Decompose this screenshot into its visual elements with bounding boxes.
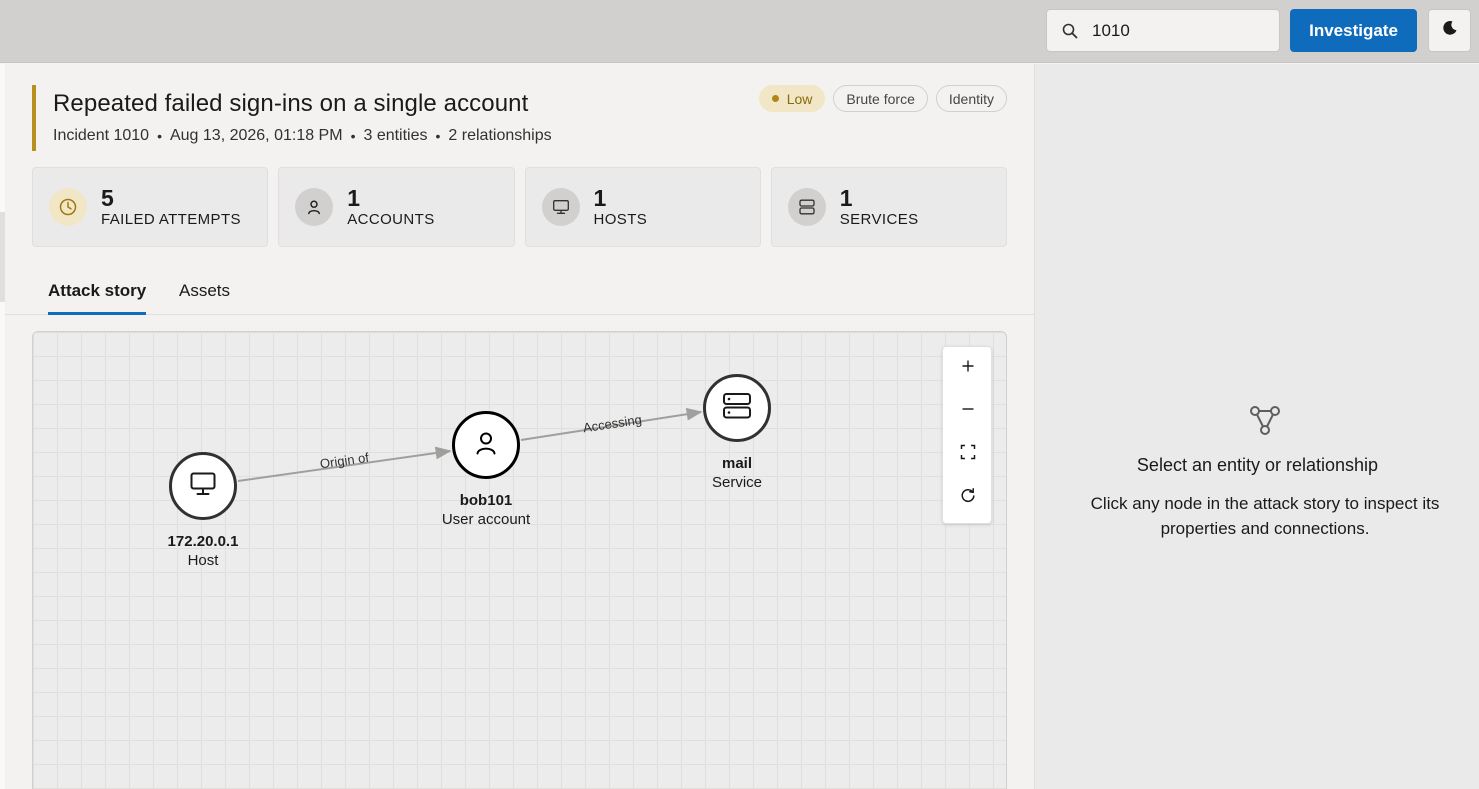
fit-view-button[interactable] [943, 433, 993, 476]
server-icon [787, 188, 826, 226]
moon-icon [1442, 20, 1458, 41]
search-box[interactable] [1046, 9, 1280, 52]
attack-story-graph[interactable]: Origin of Accessing 172.20.0.1 Host bob1… [32, 331, 1007, 789]
details-panel: Select an entity or relationship Click a… [1034, 64, 1479, 789]
node-type: User account [441, 511, 531, 528]
stat-label: HOSTS [593, 211, 648, 228]
stat-accounts: 1 ACCOUNTS [278, 167, 515, 247]
empty-state-description: Click any node in the attack story to in… [1090, 494, 1440, 538]
entity-count: 3 entities [363, 127, 428, 144]
incident-timestamp: Aug 13, 2026, 01:18 PM [169, 127, 343, 144]
empty-state-title: Select an entity or relationship [1136, 455, 1379, 475]
zoom-out-button[interactable] [943, 390, 993, 433]
incident-panel: Repeated failed sign-ins on a single acc… [5, 64, 1034, 789]
plus-icon [961, 359, 975, 378]
stat-label: FAILED ATTEMPTS [101, 211, 241, 228]
stat-value: 5 [101, 185, 114, 211]
monitor-icon [541, 188, 580, 226]
graph-zoom-controls [942, 346, 992, 524]
tag-brute-force: Brute force [833, 85, 928, 112]
graph-node-host[interactable]: 172.20.0.1 Host [128, 452, 278, 569]
tab-attack-story[interactable]: Attack story [48, 281, 147, 315]
stat-value: 1 [839, 185, 853, 211]
zoom-in-button[interactable] [943, 347, 993, 390]
edge-label-accessing: Accessing [582, 412, 643, 436]
reset-view-button[interactable] [943, 476, 993, 519]
search-icon [1062, 23, 1078, 39]
dark-mode-toggle[interactable] [1428, 9, 1471, 52]
edge-label-origin-of: Origin of [319, 450, 370, 472]
stat-services: 1 SERVICES [770, 167, 1007, 247]
minus-icon [961, 402, 975, 421]
relationship-count: 2 relationships [448, 127, 552, 144]
graph-network-icon [1247, 403, 1283, 442]
tag-identity: Identity [935, 85, 1007, 112]
incident-header: Repeated failed sign-ins on a single acc… [32, 85, 1007, 151]
server-icon [722, 392, 752, 425]
user-icon [295, 188, 334, 226]
stat-value: 1 [347, 185, 361, 211]
node-name: bob101 [459, 492, 513, 509]
investigate-button[interactable]: Investigate [1290, 9, 1417, 52]
monitor-icon [189, 471, 217, 502]
graph-node-service[interactable]: mail Service [662, 374, 812, 491]
incident-id: Incident 1010 [53, 127, 150, 144]
incident-tags: Low Brute force Identity [758, 85, 1007, 112]
stat-failed-attempts: 5 FAILED ATTEMPTS [32, 167, 269, 247]
node-name: 172.20.0.1 [167, 533, 239, 550]
stat-value: 1 [593, 185, 607, 211]
tab-bar: Attack story Assets [5, 269, 1034, 315]
severity-badge: Low [758, 85, 826, 112]
fullscreen-icon [960, 444, 976, 465]
refresh-icon [960, 487, 976, 508]
node-type: Host [187, 552, 219, 569]
stat-label: ACCOUNTS [347, 211, 435, 228]
stat-label: SERVICES [839, 211, 919, 228]
stats-row: 5 FAILED ATTEMPTS 1 ACCOUNTS 1 HOSTS 1 S… [32, 167, 1007, 247]
incident-meta: Incident 1010 • Aug 13, 2026, 01:18 PM •… [53, 127, 552, 144]
graph-node-user[interactable]: bob101 User account [411, 411, 561, 528]
clock-icon [49, 188, 87, 226]
user-icon [473, 430, 499, 461]
node-type: Service [711, 474, 763, 491]
top-bar: Investigate [0, 0, 1479, 63]
search-input[interactable] [1092, 20, 1252, 41]
tab-assets[interactable]: Assets [179, 281, 230, 315]
stat-hosts: 1 HOSTS [524, 167, 761, 247]
node-name: mail [721, 455, 752, 472]
